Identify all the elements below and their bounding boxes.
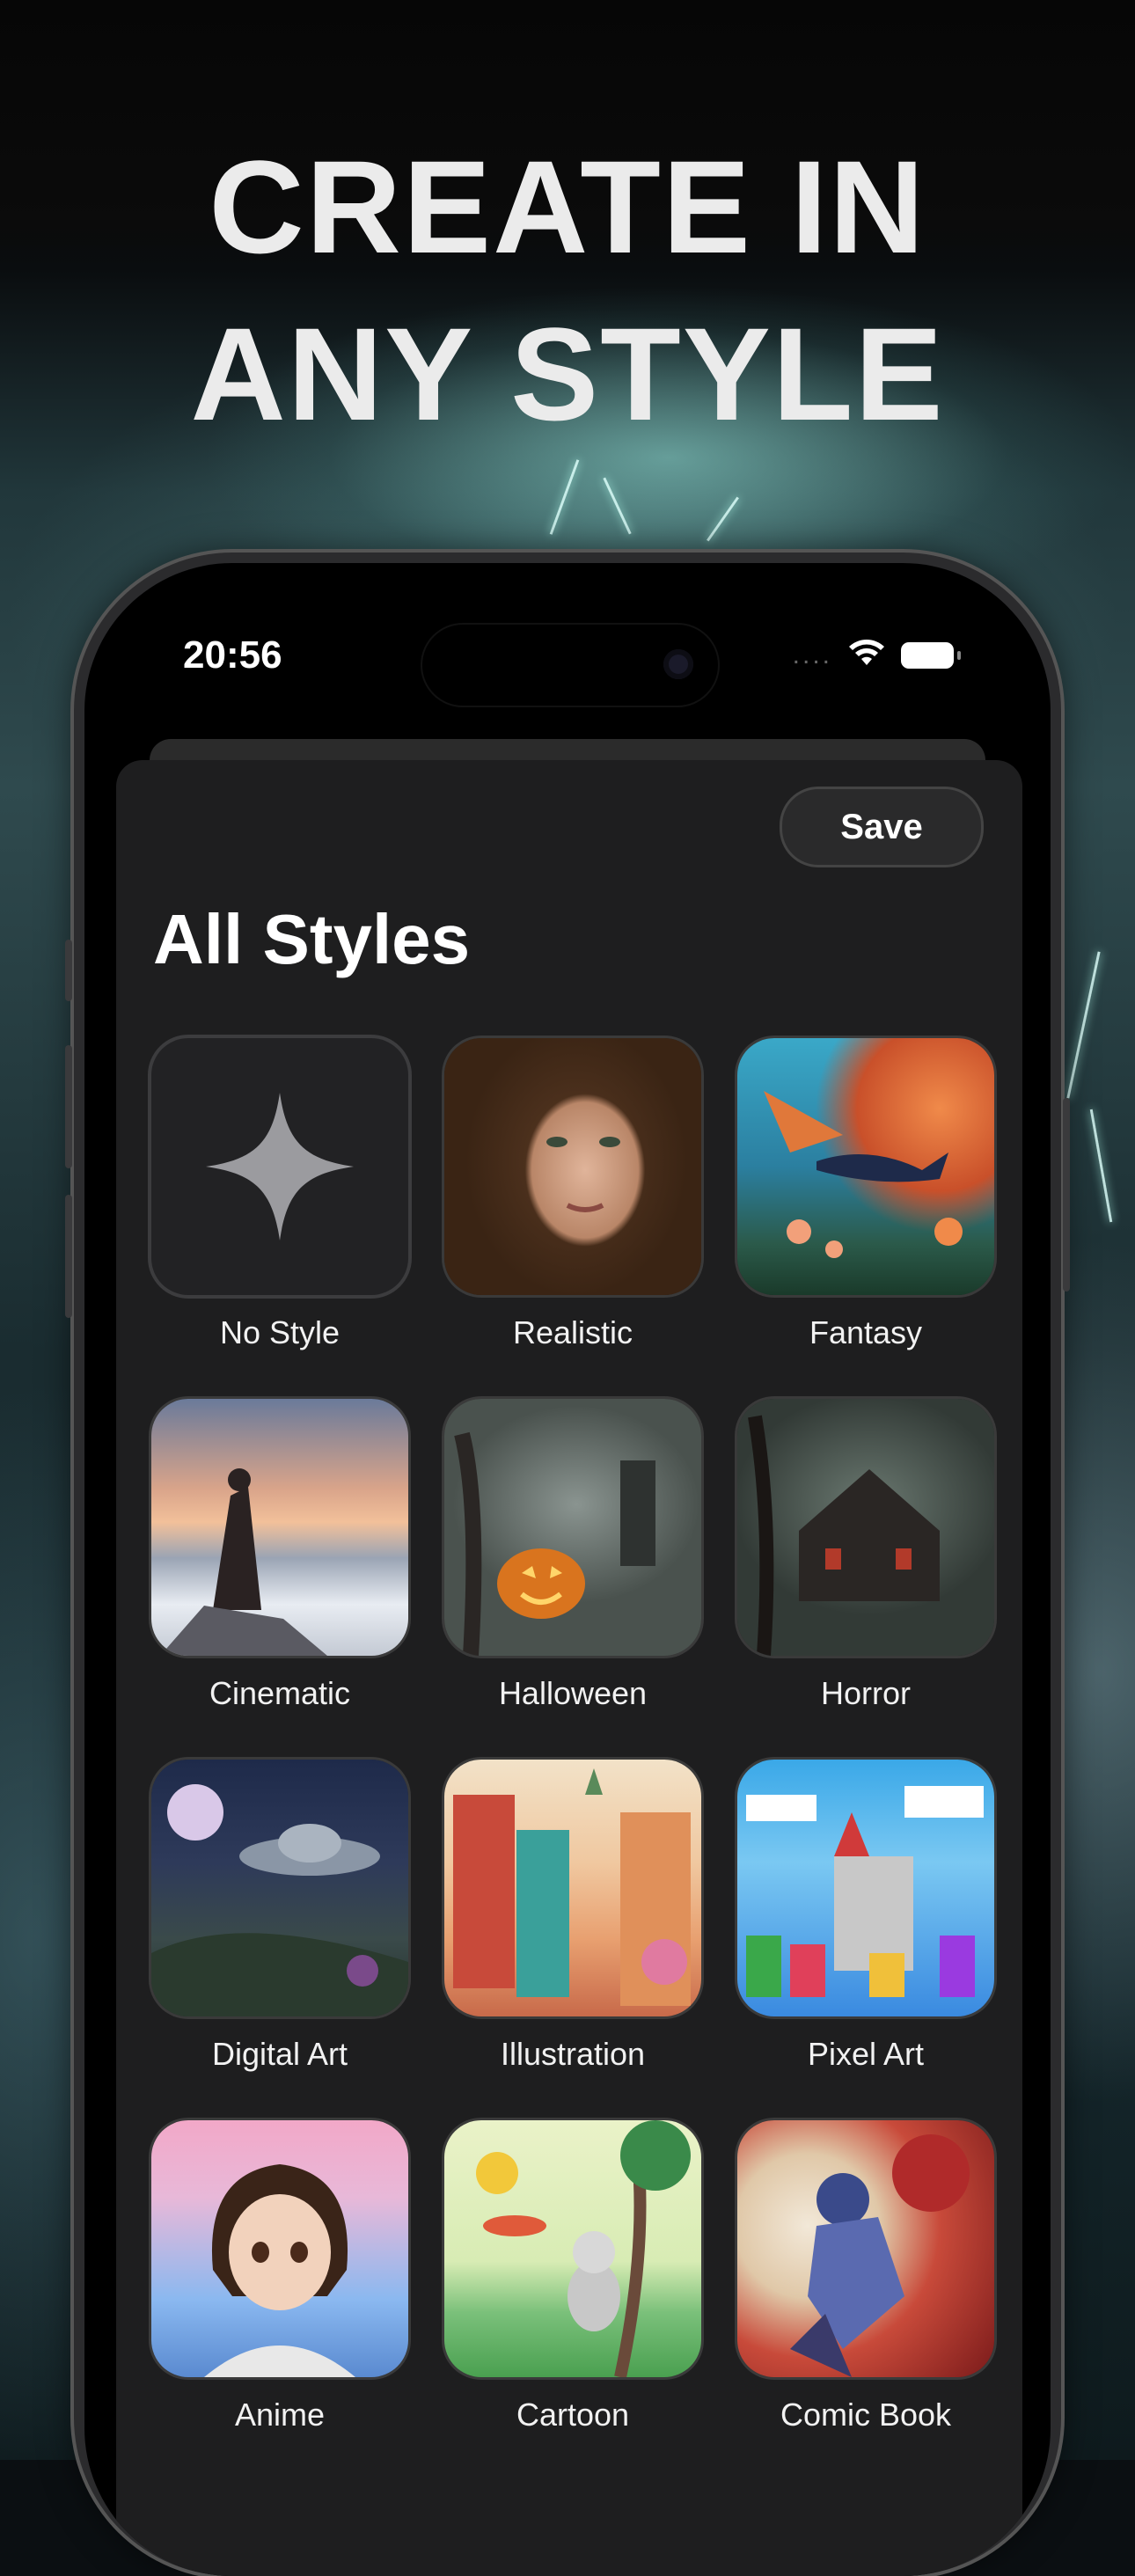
portrait-image	[546, 1137, 620, 1212]
style-thumbnail[interactable]	[737, 1760, 994, 2016]
style-label: Illustration	[500, 2036, 646, 2072]
style-option-halloween[interactable]: Halloween	[444, 1399, 701, 1712]
style-label: Fantasy	[809, 1314, 923, 1350]
style-thumbnail[interactable]	[737, 1038, 994, 1295]
phone-side-button	[65, 940, 72, 1001]
status-time: 20:56	[183, 633, 282, 677]
style-option-pixel-art[interactable]: Pixel Art	[737, 1760, 994, 2073]
dynamic-island	[421, 623, 720, 707]
style-thumbnail[interactable]	[444, 1038, 701, 1295]
promo-headline: CREATE IN ANY STYLE	[0, 123, 1135, 457]
style-thumbnail[interactable]	[151, 1760, 408, 2016]
style-thumbnail[interactable]	[444, 1399, 701, 1656]
style-option-cartoon[interactable]: Cartoon	[444, 2120, 701, 2433]
style-thumbnail[interactable]	[151, 1038, 408, 1295]
style-label: Cinematic	[209, 1675, 351, 1711]
style-option-anime[interactable]: Anime	[151, 2120, 408, 2433]
style-label: Digital Art	[211, 2036, 348, 2072]
style-label: Anime	[234, 2397, 326, 2433]
castle-image	[746, 1786, 984, 1997]
comic-hero-image	[790, 2134, 970, 2377]
style-option-digital-art[interactable]: Digital Art	[151, 1760, 408, 2073]
style-label: Horror	[820, 1675, 911, 1711]
haunted-house-image	[748, 1415, 940, 1656]
style-option-comic-book[interactable]: Comic Book	[737, 2120, 994, 2433]
style-option-fantasy[interactable]: Fantasy	[737, 1038, 994, 1351]
ufo-image	[151, 1784, 408, 2016]
phone-side-button	[65, 1195, 72, 1318]
style-thumbnail[interactable]	[444, 1760, 701, 2016]
street-scene-image	[453, 1768, 691, 2006]
dragon-image	[764, 1091, 963, 1258]
status-indicators: ....	[792, 639, 961, 671]
style-label: Cartoon	[516, 2397, 630, 2433]
cartoon-dog-image	[476, 2120, 691, 2377]
style-label: Realistic	[512, 1314, 633, 1350]
phone-frame: 20:56 .... Save All Styles No Style Real…	[65, 553, 1070, 2576]
sparkle-icon	[206, 1093, 354, 1240]
style-label: Pixel Art	[807, 2036, 925, 2072]
style-option-no-style[interactable]: No Style	[151, 1038, 408, 1351]
style-option-illustration[interactable]: Illustration	[444, 1760, 701, 2073]
style-option-realistic[interactable]: Realistic	[444, 1038, 701, 1351]
page-title: All Styles	[153, 900, 471, 978]
style-thumbnail[interactable]	[444, 2120, 701, 2377]
phone-screen: 20:56 .... Save All Styles No Style Real…	[84, 563, 1051, 2576]
phone-side-button	[1063, 1098, 1070, 1292]
style-label: Comic Book	[780, 2397, 952, 2433]
wifi-icon	[848, 639, 885, 671]
signal-icon: ....	[792, 640, 832, 670]
style-thumbnail[interactable]	[151, 1399, 408, 1656]
style-thumbnail[interactable]	[737, 1399, 994, 1656]
headline-line-1: CREATE IN	[209, 133, 926, 281]
style-thumbnail[interactable]	[737, 2120, 994, 2377]
warrior-image	[160, 1468, 327, 1656]
anime-girl-image	[204, 2164, 355, 2377]
battery-icon	[901, 641, 961, 669]
headline-line-2: ANY STYLE	[190, 300, 945, 448]
style-label: No Style	[219, 1314, 340, 1350]
styles-sheet: Save All Styles No Style Realistic Fanta…	[116, 760, 1022, 2576]
pumpkin-image	[454, 1431, 655, 1656]
camera-icon	[663, 649, 693, 679]
phone-side-button	[65, 1045, 72, 1168]
save-button[interactable]: Save	[780, 787, 984, 867]
style-thumbnail[interactable]	[151, 2120, 408, 2377]
style-option-cinematic[interactable]: Cinematic	[151, 1399, 408, 1712]
style-option-horror[interactable]: Horror	[737, 1399, 994, 1712]
style-label: Halloween	[498, 1675, 648, 1711]
